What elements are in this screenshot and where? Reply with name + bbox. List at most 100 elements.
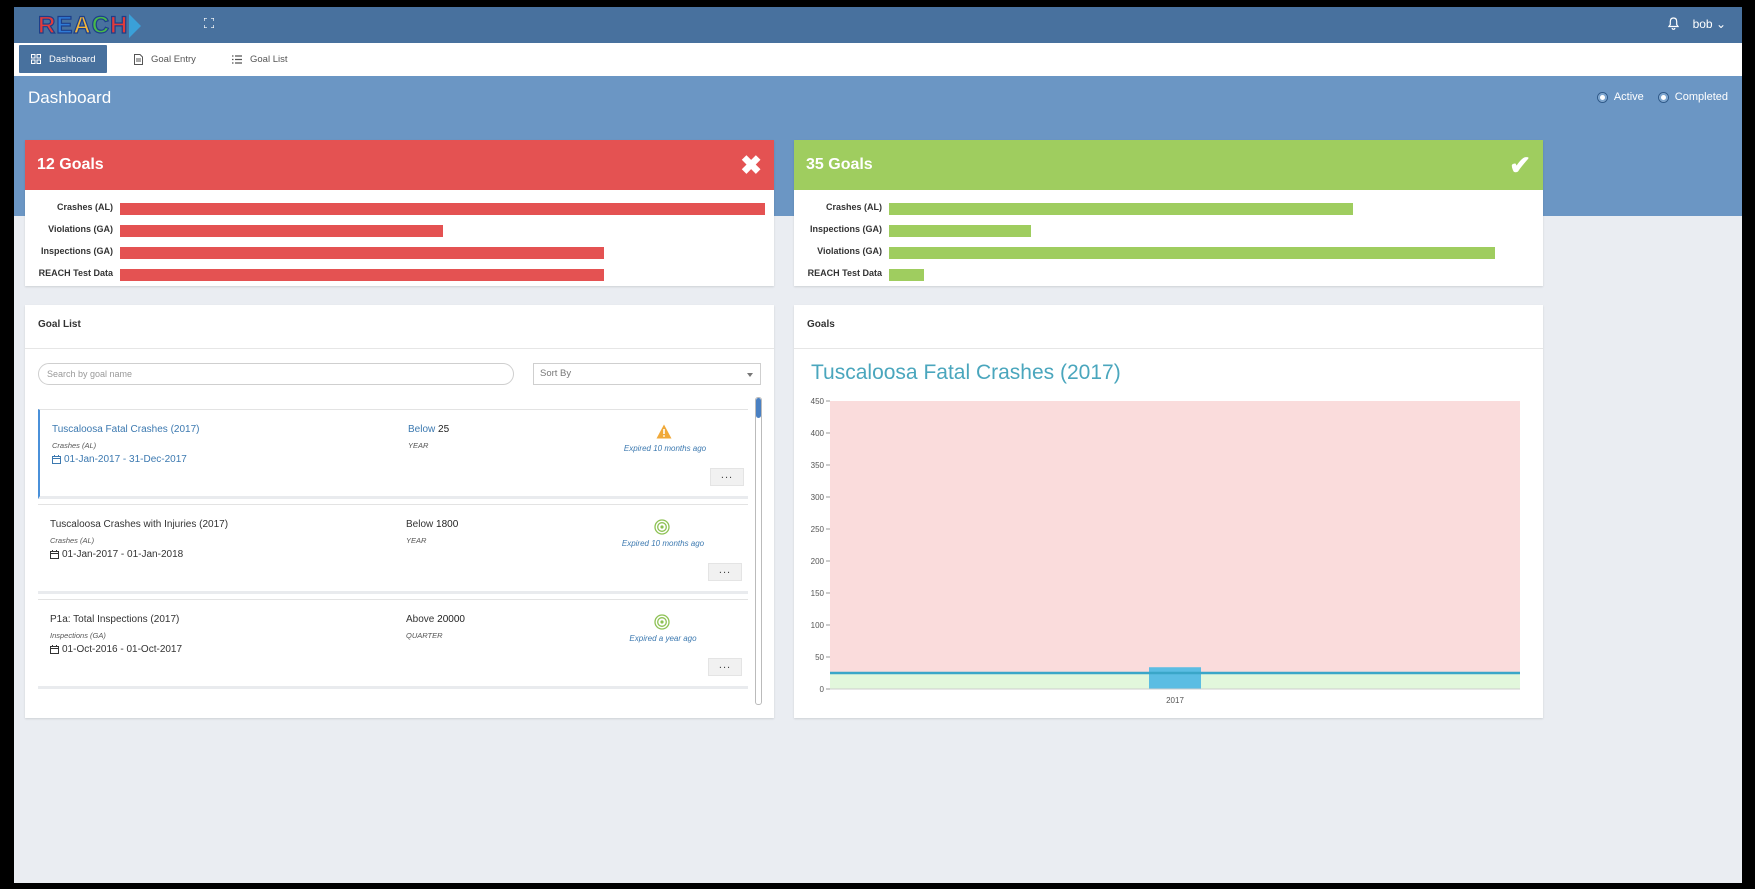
sort-select-label: Sort By xyxy=(540,368,572,379)
filter-active-radio[interactable]: Active xyxy=(1596,91,1644,103)
check-icon: ✔ xyxy=(1509,150,1531,180)
target-icon xyxy=(654,614,670,630)
goal-list-item[interactable]: P1a: Total Inspections (2017) Inspection… xyxy=(38,599,748,689)
goal-period: YEAR xyxy=(408,441,429,450)
more-button[interactable]: ... xyxy=(708,563,742,581)
filter-completed-label: Completed xyxy=(1674,91,1728,103)
fullscreen-icon[interactable] xyxy=(202,17,216,31)
filter-active-label: Active xyxy=(1613,91,1644,103)
calendar-icon xyxy=(52,455,61,464)
bar[interactable] xyxy=(889,203,1353,215)
bar-label: REACH Test Data xyxy=(807,268,882,278)
logo-text: REACH xyxy=(37,11,129,40)
user-menu[interactable]: bob ⌄ xyxy=(1693,17,1726,31)
logo-letter: C xyxy=(91,11,111,39)
more-button[interactable]: ... xyxy=(710,468,744,486)
goal-name[interactable]: P1a: Total Inspections (2017) xyxy=(50,614,179,625)
logo-letter: H xyxy=(109,11,129,39)
bar[interactable] xyxy=(889,247,1495,259)
bar[interactable] xyxy=(120,203,765,215)
failed-goals-header: 12 Goals ✖ xyxy=(25,140,774,190)
goal-dates: 01-Jan-2017 - 01-Jan-2018 xyxy=(50,549,183,560)
goal-dates: 01-Oct-2016 - 01-Oct-2017 xyxy=(50,644,182,655)
user-name: bob xyxy=(1692,17,1713,31)
goal-list-scrollbar[interactable] xyxy=(755,397,762,705)
y-tick-label: 50 xyxy=(815,653,824,662)
goal-expired: Expired a year ago xyxy=(629,634,697,643)
top-bar: REACH bob ⌄ xyxy=(14,7,1742,43)
nav-dashboard[interactable]: Dashboard xyxy=(19,45,108,73)
x-tick-label: 2017 xyxy=(1166,696,1184,705)
more-button[interactable]: ... xyxy=(708,658,742,676)
met-goals-count: 35 Goals xyxy=(806,156,873,173)
chart-title: Tuscaloosa Fatal Crashes (2017) xyxy=(811,361,1121,384)
goal-target-value: 1800 xyxy=(436,519,459,530)
document-icon xyxy=(134,53,143,65)
bar-label: Inspections (GA) xyxy=(809,224,882,234)
goal-target: Below 1800 xyxy=(406,519,458,530)
caret-down-icon xyxy=(747,373,753,377)
failed-goals-count: 12 Goals xyxy=(37,156,104,173)
bar[interactable] xyxy=(120,225,443,237)
goal-category: Inspections (GA) xyxy=(50,631,106,640)
bar-label: Crashes (AL) xyxy=(56,202,113,212)
goal-expired: Expired 10 months ago xyxy=(623,444,707,453)
goal-list-title: Goal List xyxy=(25,305,774,349)
failed-goals-bars: Crashes (AL) Violations (GA) Inspections (… xyxy=(25,190,774,286)
goal-direction: Above xyxy=(406,614,435,625)
goal-date-range: 01-Jan-2017 - 01-Jan-2018 xyxy=(62,549,184,560)
status-filter: Active Completed xyxy=(1583,91,1728,103)
nav-goal-entry-label: Goal Entry xyxy=(151,53,196,65)
logo-letter: R xyxy=(37,11,57,39)
bar-label: Violations (GA) xyxy=(48,224,113,234)
goal-name[interactable]: Tuscaloosa Fatal Crashes (2017) xyxy=(52,424,199,435)
goal-chart: 0 50 100 150 200 250 300 350 400 450 2017 xyxy=(811,397,1520,705)
y-tick-label: 0 xyxy=(820,685,825,694)
bar[interactable] xyxy=(889,225,1031,237)
bell-icon[interactable] xyxy=(1667,17,1682,33)
goal-list-panel: Goal List Search by goal name Sort By Tu… xyxy=(25,305,774,718)
page-title: Dashboard xyxy=(28,88,112,107)
y-tick-label: 450 xyxy=(811,397,825,406)
met-goals-bars: Crashes (AL) Inspections (GA) Violations (… xyxy=(794,190,1543,286)
search-input[interactable]: Search by goal name xyxy=(38,363,514,385)
goal-expired: Expired 10 months ago xyxy=(621,539,705,548)
y-tick-label: 250 xyxy=(811,525,825,534)
bar-row: REACH Test Data xyxy=(794,264,1543,286)
met-goals-card: 35 Goals ✔ Crashes (AL) Inspections (GA) V… xyxy=(794,140,1543,286)
goal-target: Above 20000 xyxy=(406,614,465,625)
goal-target: Below 25 xyxy=(408,424,449,435)
bar-row: REACH Test Data xyxy=(25,264,774,286)
bar-row: Violations (GA) xyxy=(794,242,1543,264)
goal-list-item[interactable]: Tuscaloosa Crashes with Injuries (2017) … xyxy=(38,504,748,594)
warning-icon xyxy=(656,424,672,440)
goal-list-item[interactable]: Tuscaloosa Fatal Crashes (2017) Crashes … xyxy=(38,409,748,499)
bar-row: Crashes (AL) xyxy=(25,198,774,220)
bar-row: Crashes (AL) xyxy=(794,198,1543,220)
bar[interactable] xyxy=(889,269,924,281)
goals-chart-panel: Goals Tuscaloosa Fatal Crashes (2017) 0 5… xyxy=(794,305,1543,718)
filter-completed-radio[interactable]: Completed xyxy=(1657,91,1728,103)
scroll-thumb[interactable] xyxy=(756,398,761,418)
reach-logo[interactable]: REACH xyxy=(37,11,142,40)
sort-select[interactable]: Sort By xyxy=(533,363,761,385)
goal-name[interactable]: Tuscaloosa Crashes with Injuries (2017) xyxy=(50,519,228,530)
logo-letter: A xyxy=(73,11,92,39)
bar[interactable] xyxy=(120,247,604,259)
bar-label: REACH Test Data xyxy=(38,268,113,278)
nav-goal-list[interactable]: Goal List xyxy=(220,45,300,73)
logo-arrow-icon xyxy=(129,14,142,38)
y-tick-label: 400 xyxy=(811,429,825,438)
goal-target-value: 25 xyxy=(438,424,450,435)
radio-dot xyxy=(1596,91,1608,103)
radio-dot xyxy=(1657,91,1669,103)
app-window: REACH bob ⌄ Dashboard Goal Entry Goal Li… xyxy=(14,7,1742,883)
main-nav: Dashboard Goal Entry Goal List xyxy=(14,43,1742,76)
bar-label: Inspections (GA) xyxy=(40,246,113,256)
bar[interactable] xyxy=(120,269,604,281)
goal-direction: Below xyxy=(408,424,436,435)
nav-goal-entry[interactable]: Goal Entry xyxy=(122,45,208,73)
chevron-down-icon: ⌄ xyxy=(1715,17,1726,31)
goal-date-range: 01-Oct-2016 - 01-Oct-2017 xyxy=(62,644,183,655)
target-icon xyxy=(654,519,670,535)
